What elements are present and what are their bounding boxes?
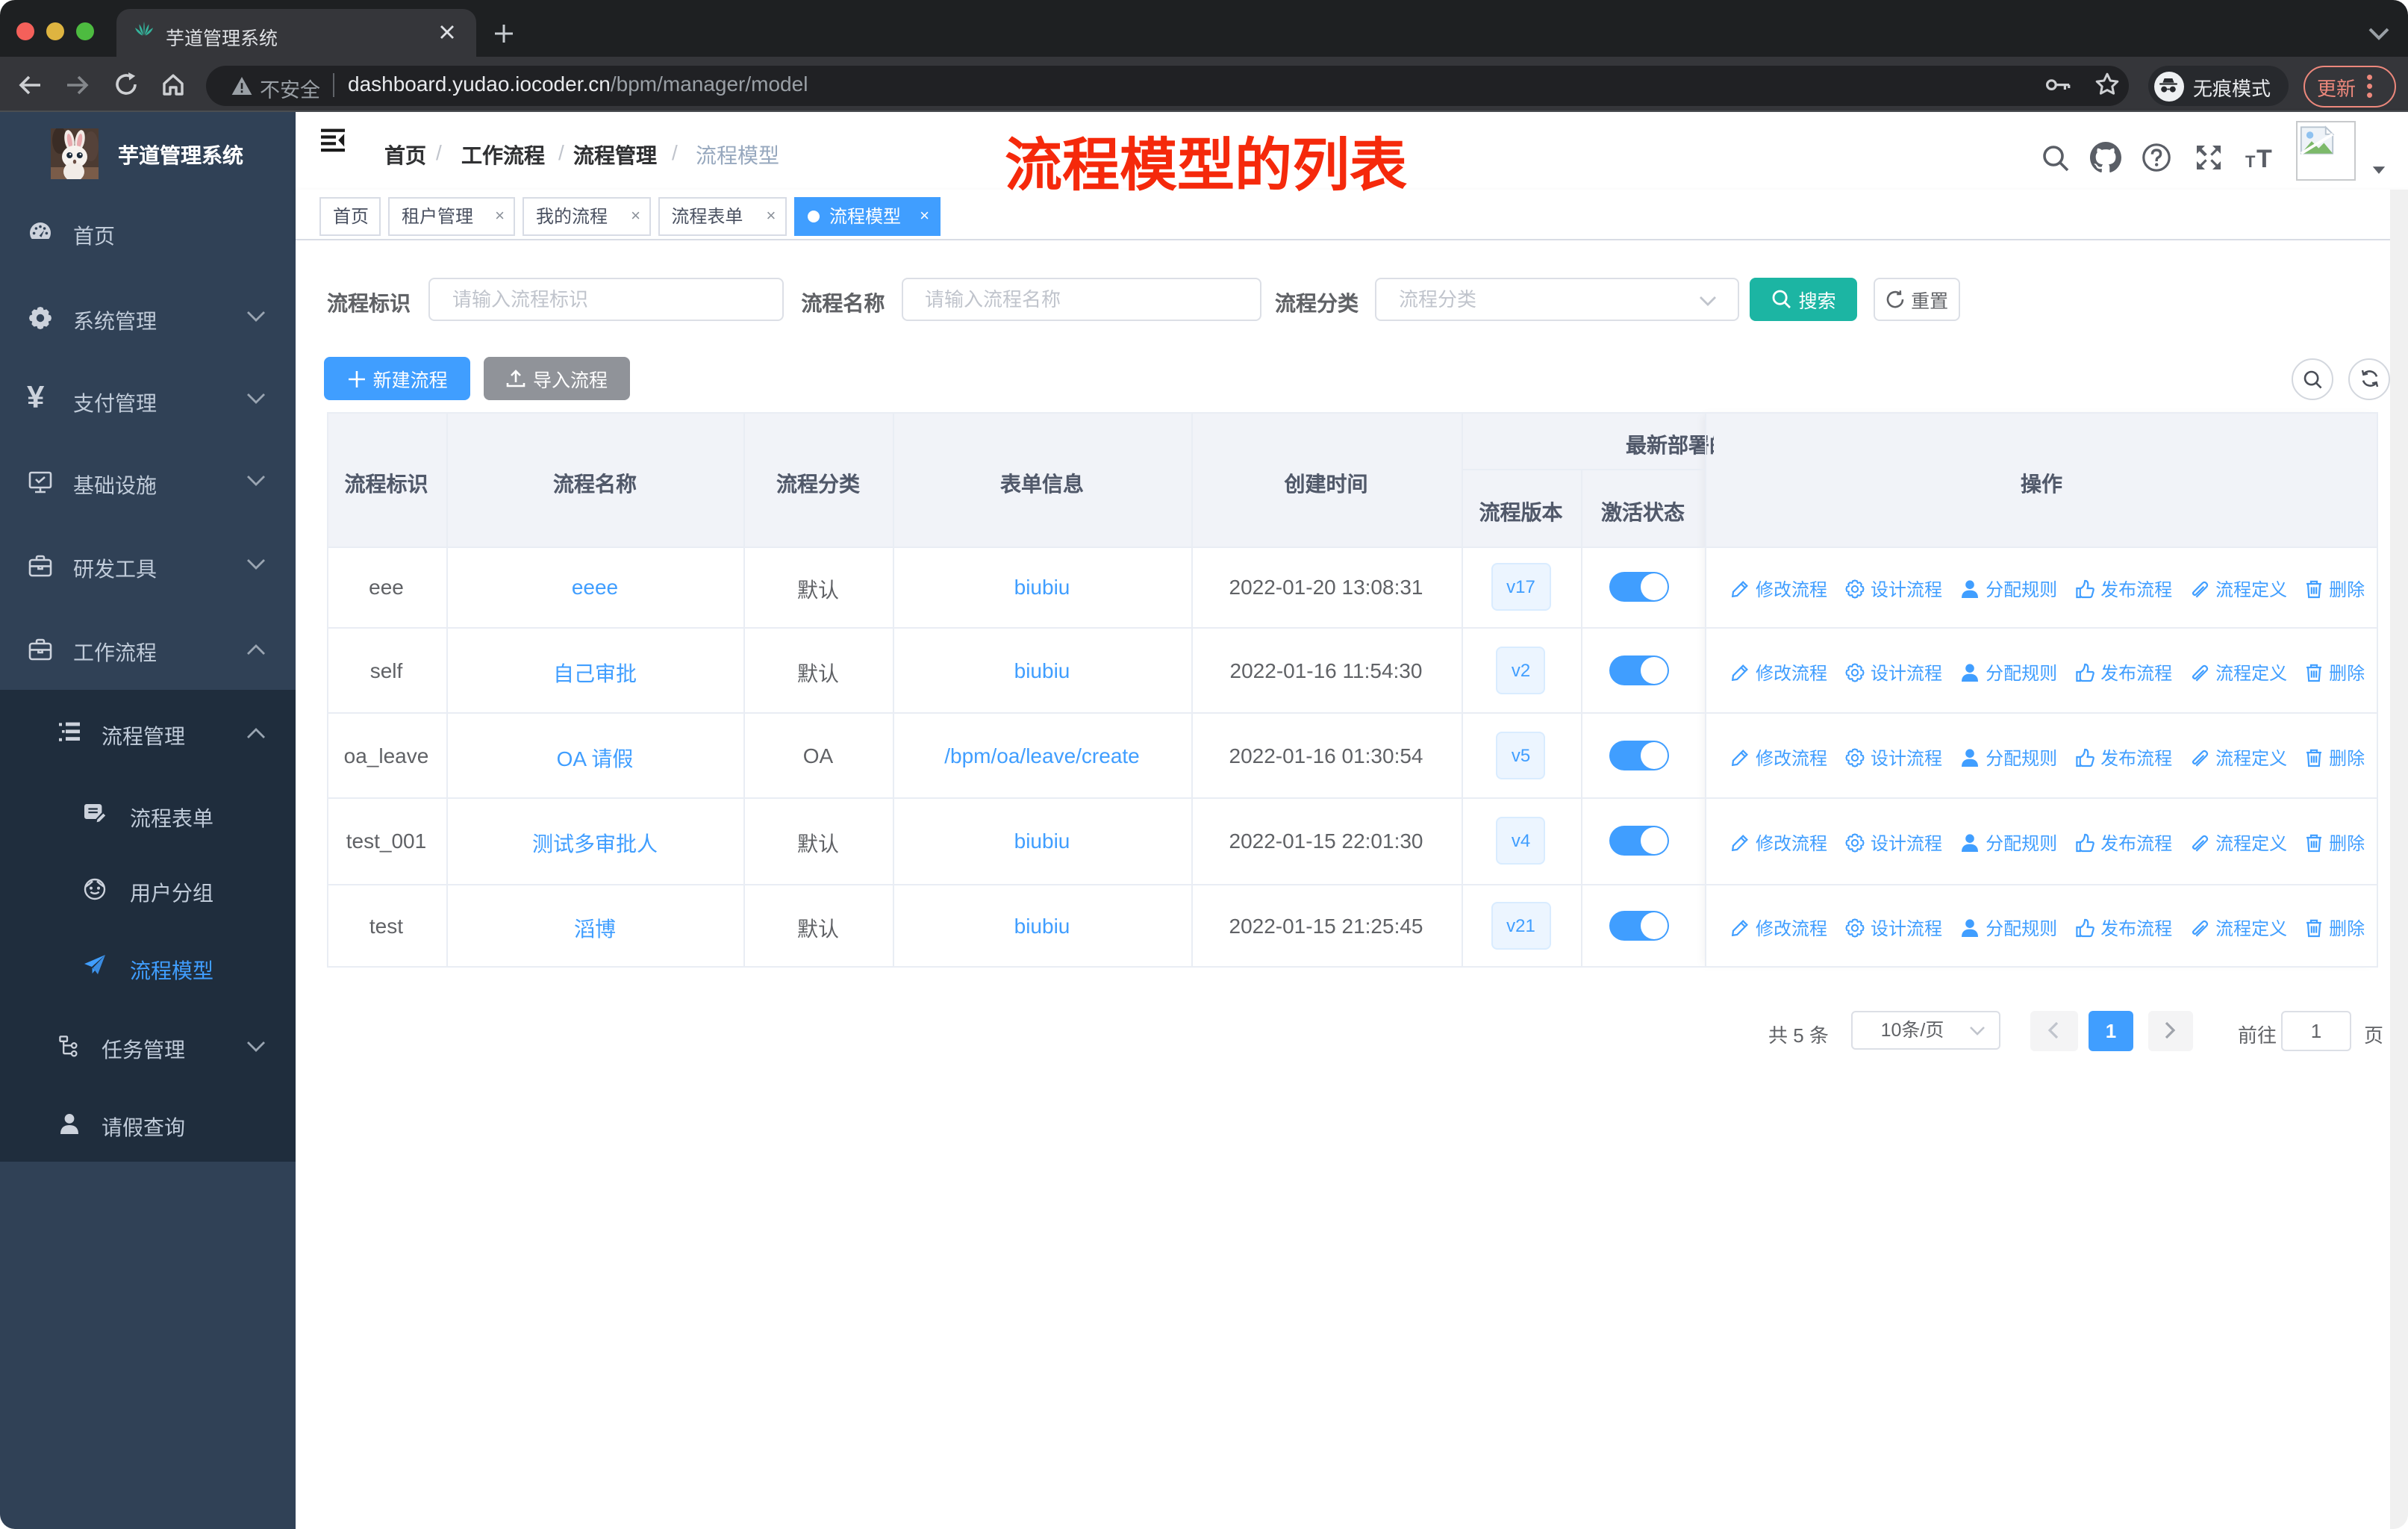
svg-text:T: T <box>2245 152 2256 169</box>
svg-text:T: T <box>2256 146 2272 169</box>
